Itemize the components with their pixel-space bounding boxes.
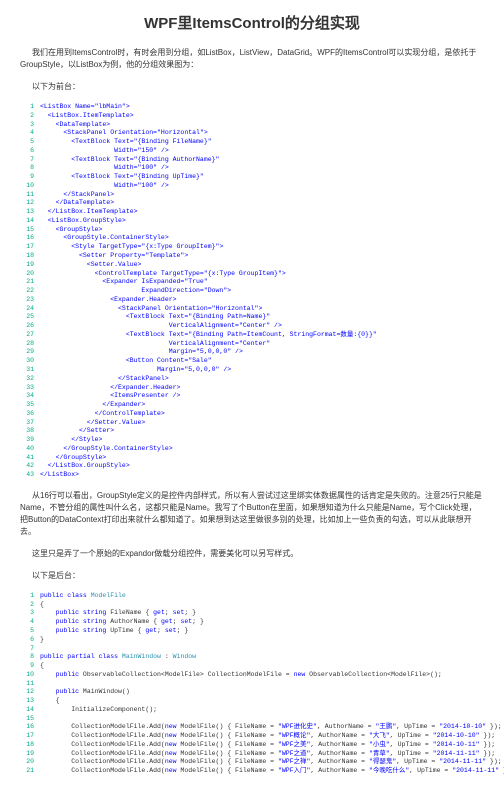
intro-paragraph: 我们在用到ItemsControl时，有时会用到分组，如ListBox，List…	[20, 47, 484, 71]
xaml-code-block: 1<ListBox Name="lbMain"> 2 <ListBox.Item…	[20, 103, 484, 480]
mid-paragraph-1: 从16行可以看出，GroupStyle定义的是控件内部样式，所以有人尝试过这里绑…	[20, 490, 484, 538]
csharp-code-block: 1public class ModelFile 2{ 3 public stri…	[20, 592, 484, 776]
back-code-label: 以下是后台：	[20, 570, 484, 582]
page-title: WPF里ItemsControl的分组实现	[20, 12, 484, 33]
front-code-label: 以下为前台：	[20, 81, 484, 93]
mid-paragraph-2: 这里只是弄了一个原始的Expandor做载分组控件，需要美化可以另写样式。	[20, 548, 484, 560]
